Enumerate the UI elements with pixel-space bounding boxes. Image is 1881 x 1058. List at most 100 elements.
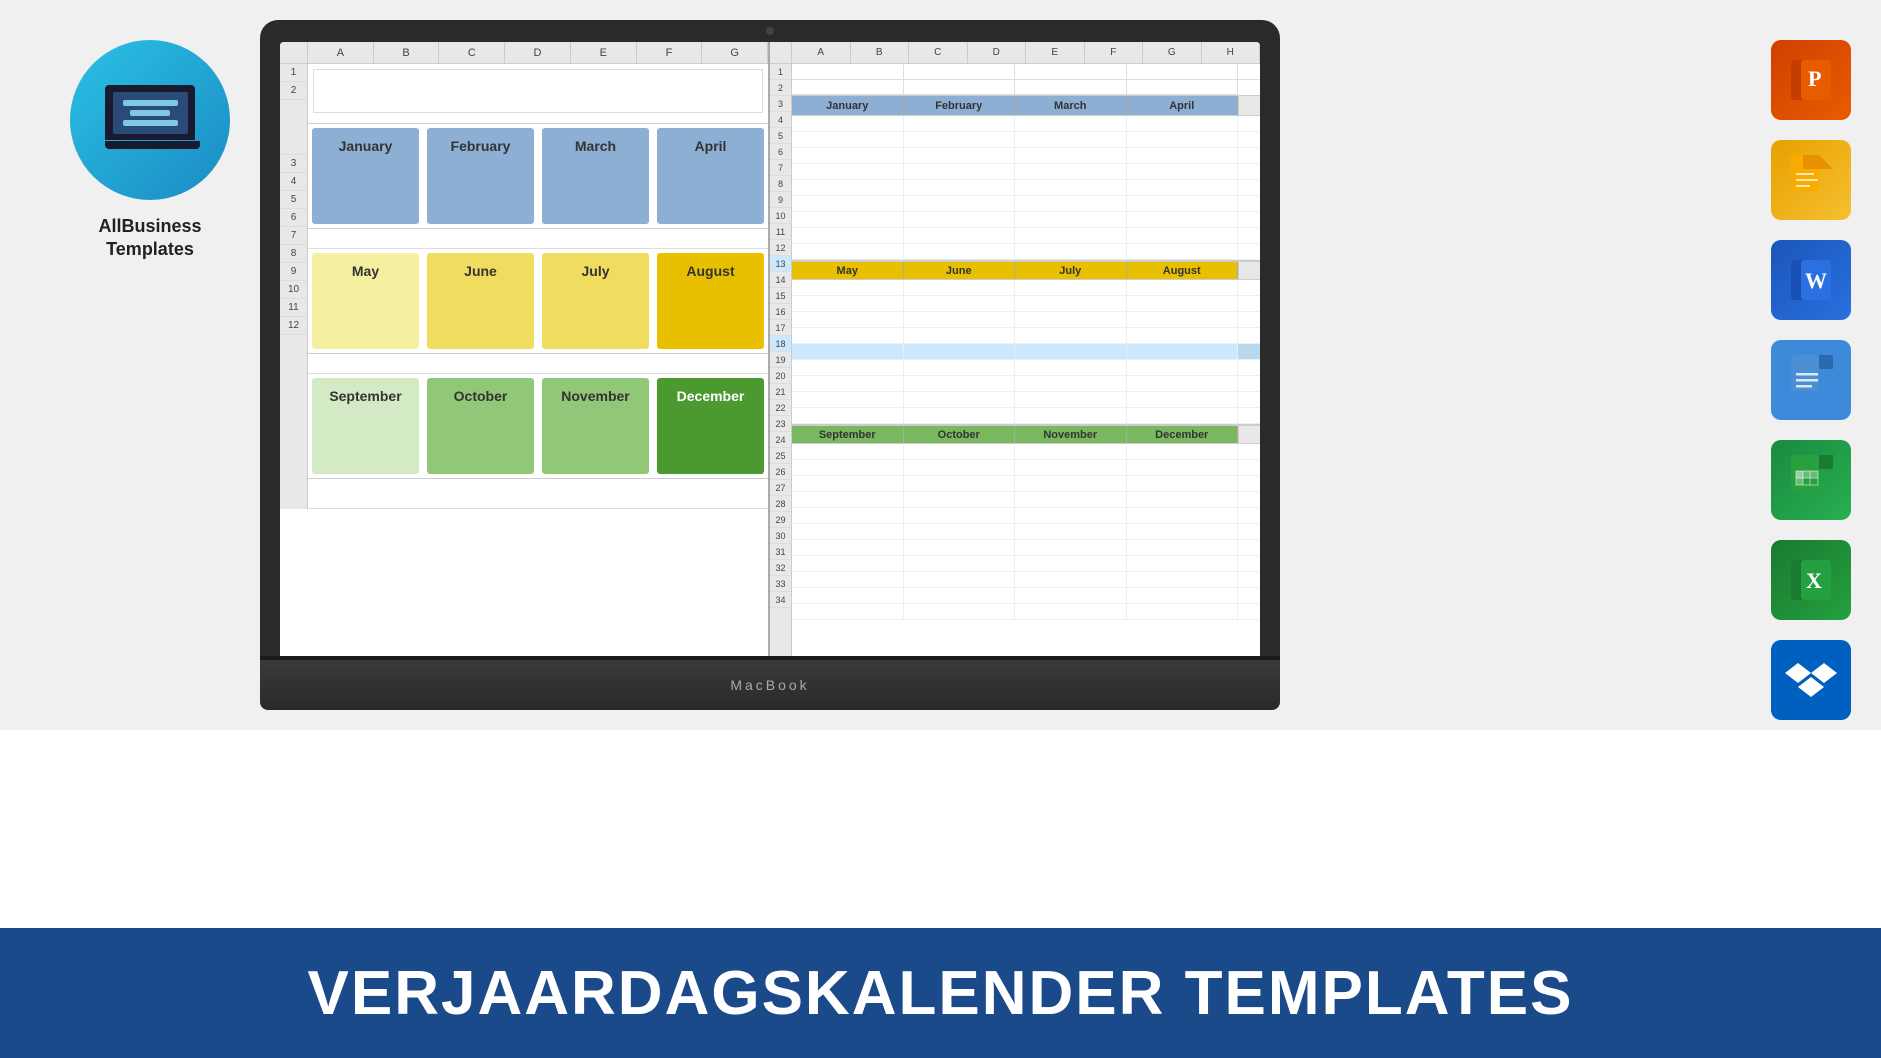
svg-text:W: W — [1805, 268, 1827, 293]
month-november: November — [542, 378, 649, 474]
screen-line-2 — [130, 110, 170, 116]
month-row-may-aug: May June July August — [308, 249, 768, 354]
rn-9: 9 — [280, 263, 307, 281]
r16 — [792, 312, 1260, 328]
col-d: D — [505, 42, 571, 63]
rrn-19: 19 — [770, 352, 791, 368]
right-row-numbers: 1 2 3 4 5 6 7 8 9 10 11 12 13 — [770, 64, 792, 660]
col-e: E — [571, 42, 637, 63]
month-row-jan-apr: January February March April — [308, 124, 768, 229]
rn-5: 5 — [280, 191, 307, 209]
right-body: 1 2 3 4 5 6 7 8 9 10 11 12 13 — [770, 64, 1260, 660]
col-c: C — [439, 42, 505, 63]
rh-oct: October — [904, 426, 1016, 443]
rcol-a: A — [792, 42, 851, 63]
rn-4: 4 — [280, 173, 307, 191]
month-january: January — [312, 128, 419, 224]
rrn-25: 25 — [770, 448, 791, 464]
rrn-23: 23 — [770, 416, 791, 432]
rcol-d: D — [968, 42, 1027, 63]
r25 — [792, 460, 1260, 476]
bottom-rows — [308, 479, 768, 509]
r31 — [792, 556, 1260, 572]
word-icon[interactable]: W — [1771, 240, 1851, 320]
brand-name2: Templates — [106, 239, 194, 259]
logo-circle — [70, 40, 230, 200]
powerpoint-icon[interactable]: P — [1771, 40, 1851, 120]
dropbox-icon[interactable] — [1771, 640, 1851, 720]
rrn-32: 32 — [770, 560, 791, 576]
macbook-label: MacBook — [730, 677, 809, 693]
rh-jan: January — [792, 96, 904, 115]
month-july: July — [542, 253, 649, 349]
month-february: February — [427, 128, 534, 224]
logo-area: AllBusiness Templates — [40, 40, 260, 262]
r24 — [792, 444, 1260, 460]
month-june: June — [427, 253, 534, 349]
rh-apr: April — [1127, 96, 1239, 115]
slides-icon[interactable] — [1771, 140, 1851, 220]
right-row2-blank — [792, 80, 1260, 96]
rn-3: 3 — [280, 155, 307, 173]
rn-12: 12 — [280, 317, 307, 335]
month-row-sep-dec: September October November December — [308, 374, 768, 479]
rrn-1: 1 — [770, 64, 791, 80]
rrn-29: 29 — [770, 512, 791, 528]
rh-jul: July — [1015, 262, 1127, 279]
r19 — [792, 360, 1260, 376]
rrn-34: 34 — [770, 592, 791, 608]
svg-text:X: X — [1806, 568, 1822, 593]
rrn-33: 33 — [770, 576, 791, 592]
month-september: September — [312, 378, 419, 474]
r11 — [792, 228, 1260, 244]
macbook-bezel: A B C D E F G 1 2 3 — [260, 20, 1280, 660]
r26 — [792, 476, 1260, 492]
left-col-headers: A B C D E F G — [280, 42, 768, 64]
rrn-22: 22 — [770, 400, 791, 416]
cal-grid-left: January February March April May June — [308, 64, 768, 509]
rrn-5: 5 — [770, 128, 791, 144]
r34 — [792, 604, 1260, 620]
rn-6: 6 — [280, 209, 307, 227]
rrn-3: 3 — [770, 96, 791, 112]
title-row — [308, 69, 768, 124]
row-num-col-header — [280, 42, 308, 63]
r33 — [792, 588, 1260, 604]
spreadsheet: A B C D E F G 1 2 3 — [280, 42, 1260, 660]
rh-sep: September — [792, 426, 904, 443]
rrn-24: 24 — [770, 432, 791, 448]
right-calendar-data: January February March April — [792, 64, 1260, 660]
rh-feb: February — [904, 96, 1016, 115]
r18 — [792, 344, 1260, 360]
month-august: August — [657, 253, 764, 349]
r10 — [792, 212, 1260, 228]
month-may: May — [312, 253, 419, 349]
r22 — [792, 408, 1260, 424]
rh-dec: December — [1127, 426, 1239, 443]
rrn-8: 8 — [770, 176, 791, 192]
docs-icon[interactable] — [1771, 340, 1851, 420]
rcol-f: F — [1085, 42, 1144, 63]
excel-icon[interactable]: X — [1771, 540, 1851, 620]
right-month-headers-1: January February March April — [792, 96, 1260, 116]
brand-name: AllBusiness — [98, 216, 201, 236]
rrn-26: 26 — [770, 464, 791, 480]
rh-aug: August — [1127, 262, 1239, 279]
rrn-18: 18 — [770, 336, 791, 352]
rrn-30: 30 — [770, 528, 791, 544]
month-december: December — [657, 378, 764, 474]
rn-10: 10 — [280, 281, 307, 299]
sheets-icon[interactable] — [1771, 440, 1851, 520]
right-may-aug-rows — [792, 280, 1260, 424]
r20 — [792, 376, 1260, 392]
r29 — [792, 524, 1260, 540]
rrn-12: 12 — [770, 240, 791, 256]
screen-line-1 — [123, 100, 178, 106]
r8 — [792, 180, 1260, 196]
macbook-bottom: MacBook — [260, 660, 1280, 710]
month-october: October — [427, 378, 534, 474]
rrn-31: 31 — [770, 544, 791, 560]
spacer-1 — [308, 229, 768, 249]
r15 — [792, 296, 1260, 312]
rrn-17: 17 — [770, 320, 791, 336]
